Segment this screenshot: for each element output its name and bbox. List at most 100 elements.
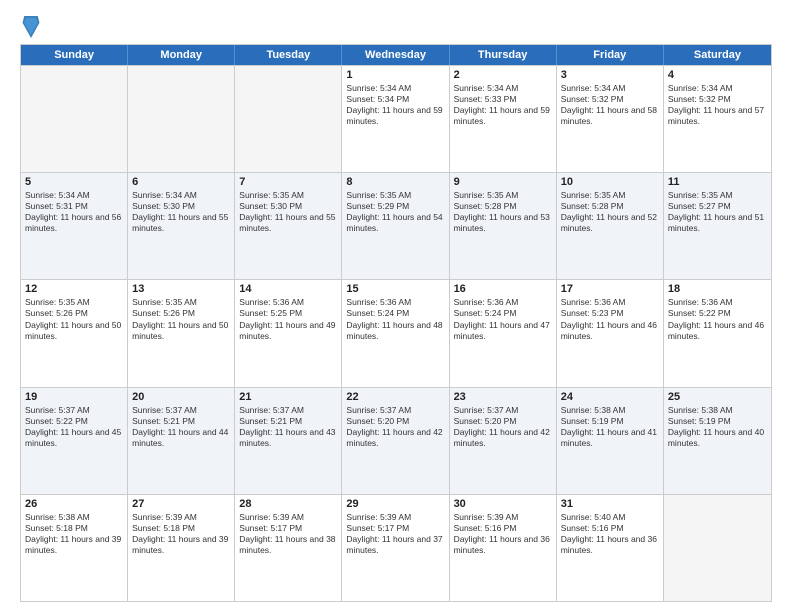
sunset-text: Sunset: 5:29 PM bbox=[346, 201, 444, 212]
day-number: 11 bbox=[668, 176, 767, 188]
calendar-cell-4-3: 21Sunrise: 5:37 AMSunset: 5:21 PMDayligh… bbox=[235, 388, 342, 494]
daylight-text: Daylight: 11 hours and 36 minutes. bbox=[561, 534, 659, 556]
sunrise-text: Sunrise: 5:35 AM bbox=[454, 190, 552, 201]
daylight-text: Daylight: 11 hours and 39 minutes. bbox=[25, 534, 123, 556]
sunset-text: Sunset: 5:23 PM bbox=[561, 308, 659, 319]
sunrise-text: Sunrise: 5:35 AM bbox=[25, 297, 123, 308]
calendar-cell-4-1: 19Sunrise: 5:37 AMSunset: 5:22 PMDayligh… bbox=[21, 388, 128, 494]
logo-icon bbox=[22, 16, 40, 38]
calendar-cell-3-2: 13Sunrise: 5:35 AMSunset: 5:26 PMDayligh… bbox=[128, 280, 235, 386]
day-number: 29 bbox=[346, 498, 444, 510]
sunrise-text: Sunrise: 5:38 AM bbox=[561, 405, 659, 416]
daylight-text: Daylight: 11 hours and 55 minutes. bbox=[239, 212, 337, 234]
day-number: 23 bbox=[454, 391, 552, 403]
daylight-text: Daylight: 11 hours and 54 minutes. bbox=[346, 212, 444, 234]
calendar-cell-2-2: 6Sunrise: 5:34 AMSunset: 5:30 PMDaylight… bbox=[128, 173, 235, 279]
day-number: 30 bbox=[454, 498, 552, 510]
calendar-cell-2-5: 9Sunrise: 5:35 AMSunset: 5:28 PMDaylight… bbox=[450, 173, 557, 279]
page: SundayMondayTuesdayWednesdayThursdayFrid… bbox=[0, 0, 792, 612]
daylight-text: Daylight: 11 hours and 50 minutes. bbox=[132, 320, 230, 342]
sunrise-text: Sunrise: 5:35 AM bbox=[561, 190, 659, 201]
weekday-header-tuesday: Tuesday bbox=[235, 45, 342, 65]
day-number: 4 bbox=[668, 69, 767, 81]
calendar-cell-5-1: 26Sunrise: 5:38 AMSunset: 5:18 PMDayligh… bbox=[21, 495, 128, 601]
sunset-text: Sunset: 5:21 PM bbox=[132, 416, 230, 427]
daylight-text: Daylight: 11 hours and 52 minutes. bbox=[561, 212, 659, 234]
day-number: 12 bbox=[25, 283, 123, 295]
header bbox=[20, 16, 772, 38]
sunset-text: Sunset: 5:19 PM bbox=[561, 416, 659, 427]
day-number: 28 bbox=[239, 498, 337, 510]
sunrise-text: Sunrise: 5:34 AM bbox=[454, 83, 552, 94]
day-number: 21 bbox=[239, 391, 337, 403]
calendar-cell-2-7: 11Sunrise: 5:35 AMSunset: 5:27 PMDayligh… bbox=[664, 173, 771, 279]
sunset-text: Sunset: 5:25 PM bbox=[239, 308, 337, 319]
day-number: 24 bbox=[561, 391, 659, 403]
sunset-text: Sunset: 5:24 PM bbox=[454, 308, 552, 319]
day-number: 6 bbox=[132, 176, 230, 188]
sunrise-text: Sunrise: 5:36 AM bbox=[561, 297, 659, 308]
day-number: 17 bbox=[561, 283, 659, 295]
daylight-text: Daylight: 11 hours and 42 minutes. bbox=[454, 427, 552, 449]
daylight-text: Daylight: 11 hours and 59 minutes. bbox=[454, 105, 552, 127]
sunset-text: Sunset: 5:19 PM bbox=[668, 416, 767, 427]
sunset-text: Sunset: 5:22 PM bbox=[668, 308, 767, 319]
sunset-text: Sunset: 5:20 PM bbox=[454, 416, 552, 427]
calendar-cell-5-2: 27Sunrise: 5:39 AMSunset: 5:18 PMDayligh… bbox=[128, 495, 235, 601]
sunset-text: Sunset: 5:26 PM bbox=[25, 308, 123, 319]
sunrise-text: Sunrise: 5:37 AM bbox=[239, 405, 337, 416]
sunrise-text: Sunrise: 5:35 AM bbox=[239, 190, 337, 201]
sunrise-text: Sunrise: 5:39 AM bbox=[454, 512, 552, 523]
sunrise-text: Sunrise: 5:37 AM bbox=[132, 405, 230, 416]
calendar-cell-4-5: 23Sunrise: 5:37 AMSunset: 5:20 PMDayligh… bbox=[450, 388, 557, 494]
sunset-text: Sunset: 5:32 PM bbox=[561, 94, 659, 105]
calendar-cell-5-6: 31Sunrise: 5:40 AMSunset: 5:16 PMDayligh… bbox=[557, 495, 664, 601]
calendar-row-4: 19Sunrise: 5:37 AMSunset: 5:22 PMDayligh… bbox=[21, 387, 771, 494]
sunrise-text: Sunrise: 5:38 AM bbox=[668, 405, 767, 416]
daylight-text: Daylight: 11 hours and 44 minutes. bbox=[132, 427, 230, 449]
sunrise-text: Sunrise: 5:37 AM bbox=[346, 405, 444, 416]
day-number: 13 bbox=[132, 283, 230, 295]
daylight-text: Daylight: 11 hours and 51 minutes. bbox=[668, 212, 767, 234]
daylight-text: Daylight: 11 hours and 59 minutes. bbox=[346, 105, 444, 127]
calendar-row-1: 1Sunrise: 5:34 AMSunset: 5:34 PMDaylight… bbox=[21, 65, 771, 172]
daylight-text: Daylight: 11 hours and 48 minutes. bbox=[346, 320, 444, 342]
calendar-row-2: 5Sunrise: 5:34 AMSunset: 5:31 PMDaylight… bbox=[21, 172, 771, 279]
calendar-cell-2-3: 7Sunrise: 5:35 AMSunset: 5:30 PMDaylight… bbox=[235, 173, 342, 279]
sunset-text: Sunset: 5:20 PM bbox=[346, 416, 444, 427]
sunset-text: Sunset: 5:30 PM bbox=[239, 201, 337, 212]
day-number: 5 bbox=[25, 176, 123, 188]
sunset-text: Sunset: 5:28 PM bbox=[561, 201, 659, 212]
calendar-cell-3-3: 14Sunrise: 5:36 AMSunset: 5:25 PMDayligh… bbox=[235, 280, 342, 386]
calendar-cell-3-5: 16Sunrise: 5:36 AMSunset: 5:24 PMDayligh… bbox=[450, 280, 557, 386]
sunrise-text: Sunrise: 5:34 AM bbox=[25, 190, 123, 201]
weekday-header-sunday: Sunday bbox=[21, 45, 128, 65]
day-number: 14 bbox=[239, 283, 337, 295]
calendar-cell-5-4: 29Sunrise: 5:39 AMSunset: 5:17 PMDayligh… bbox=[342, 495, 449, 601]
day-number: 10 bbox=[561, 176, 659, 188]
sunset-text: Sunset: 5:31 PM bbox=[25, 201, 123, 212]
sunrise-text: Sunrise: 5:35 AM bbox=[346, 190, 444, 201]
daylight-text: Daylight: 11 hours and 56 minutes. bbox=[25, 212, 123, 234]
weekday-header-thursday: Thursday bbox=[450, 45, 557, 65]
sunrise-text: Sunrise: 5:40 AM bbox=[561, 512, 659, 523]
calendar-cell-1-7: 4Sunrise: 5:34 AMSunset: 5:32 PMDaylight… bbox=[664, 66, 771, 172]
sunset-text: Sunset: 5:28 PM bbox=[454, 201, 552, 212]
calendar-cell-5-7 bbox=[664, 495, 771, 601]
daylight-text: Daylight: 11 hours and 46 minutes. bbox=[668, 320, 767, 342]
calendar-cell-1-5: 2Sunrise: 5:34 AMSunset: 5:33 PMDaylight… bbox=[450, 66, 557, 172]
daylight-text: Daylight: 11 hours and 50 minutes. bbox=[25, 320, 123, 342]
day-number: 15 bbox=[346, 283, 444, 295]
sunrise-text: Sunrise: 5:36 AM bbox=[346, 297, 444, 308]
sunset-text: Sunset: 5:30 PM bbox=[132, 201, 230, 212]
day-number: 8 bbox=[346, 176, 444, 188]
day-number: 22 bbox=[346, 391, 444, 403]
daylight-text: Daylight: 11 hours and 42 minutes. bbox=[346, 427, 444, 449]
sunset-text: Sunset: 5:27 PM bbox=[668, 201, 767, 212]
day-number: 26 bbox=[25, 498, 123, 510]
sunset-text: Sunset: 5:21 PM bbox=[239, 416, 337, 427]
day-number: 2 bbox=[454, 69, 552, 81]
daylight-text: Daylight: 11 hours and 57 minutes. bbox=[668, 105, 767, 127]
daylight-text: Daylight: 11 hours and 45 minutes. bbox=[25, 427, 123, 449]
day-number: 1 bbox=[346, 69, 444, 81]
